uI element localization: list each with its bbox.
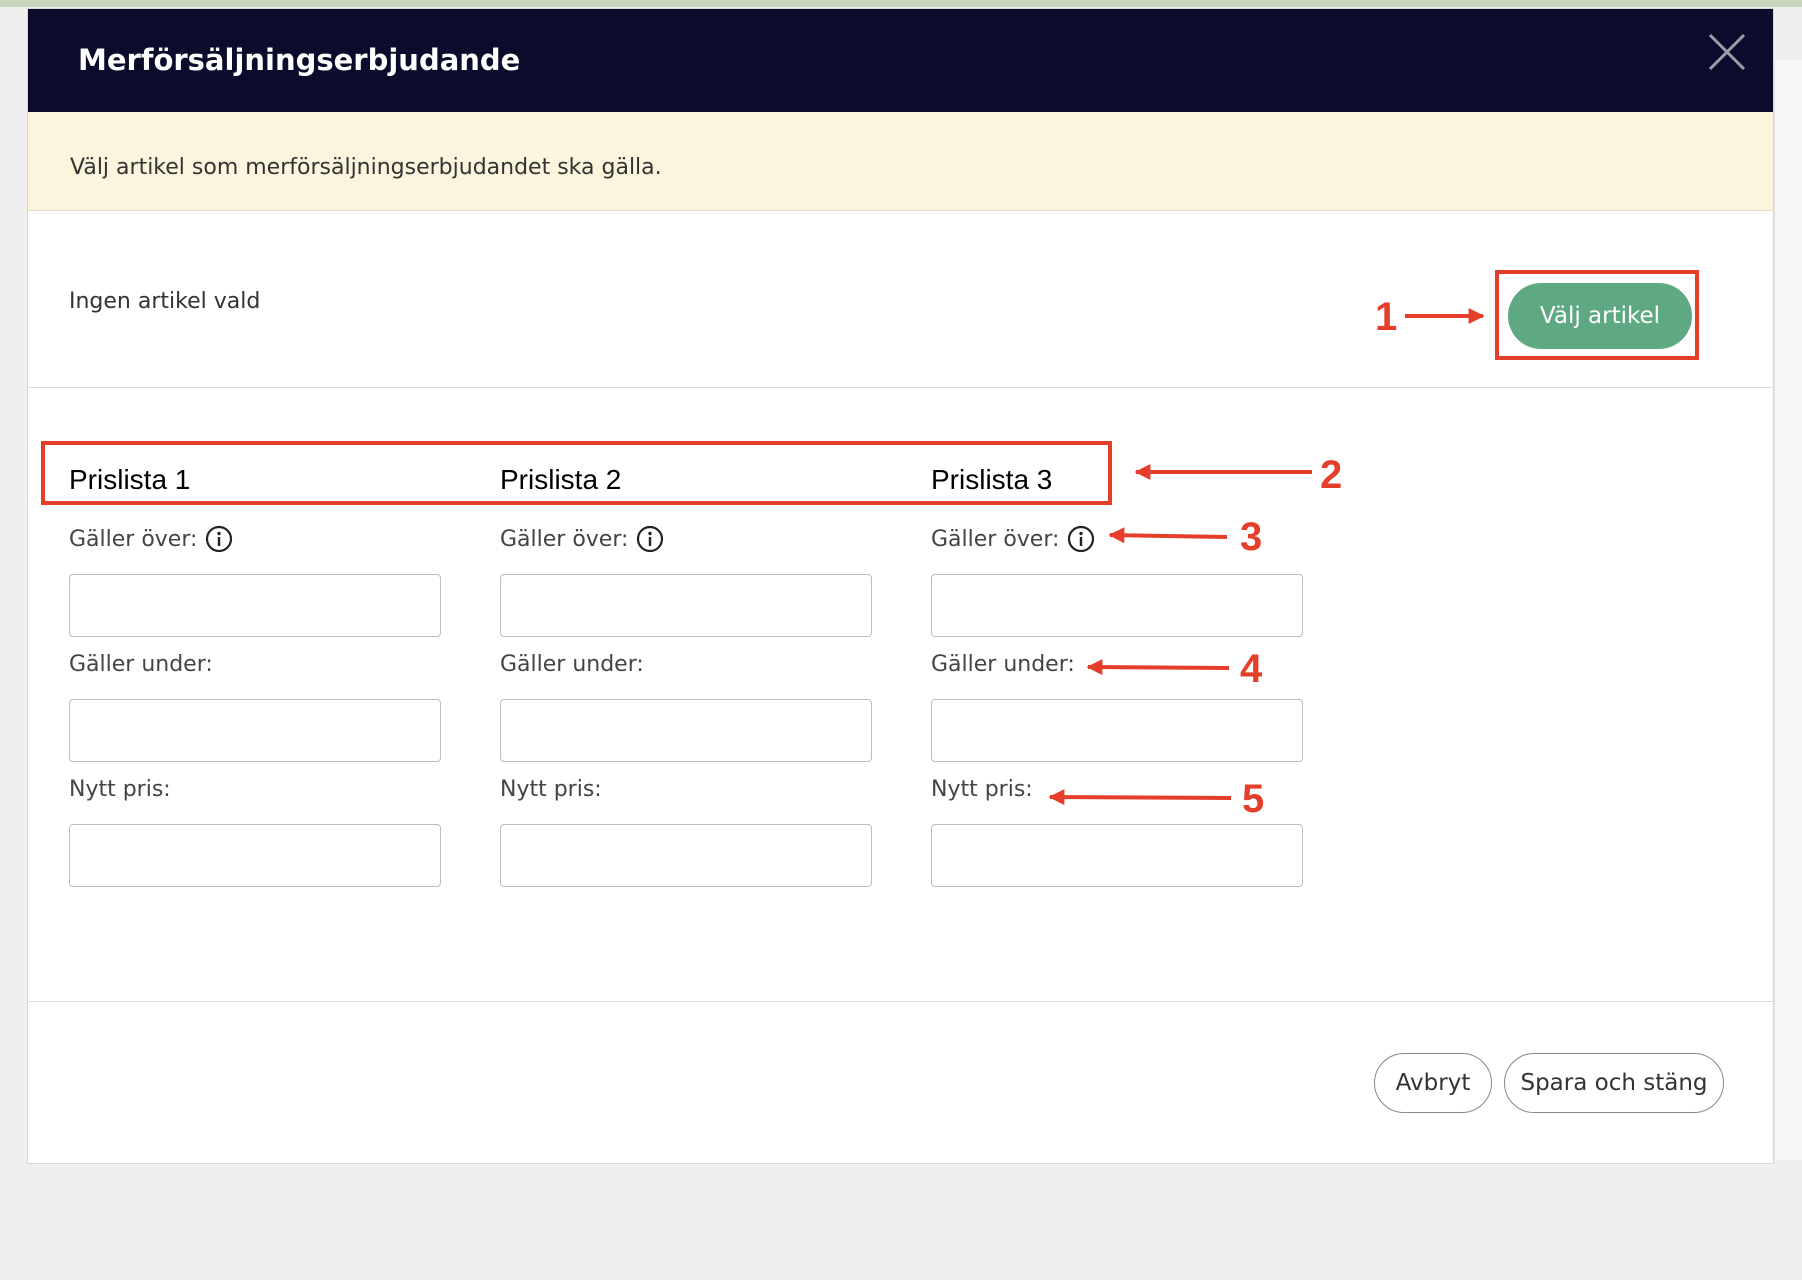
price-list-3: Prislista 3 Gäller över: Gäller under: N…: [931, 464, 1303, 887]
applies-over-label-text: Gäller över:: [69, 526, 198, 552]
price-list-1: Prislista 1 Gäller över: Gäller under: N…: [69, 464, 441, 887]
new-price-input[interactable]: [69, 824, 441, 887]
background-panel-edge: [1774, 60, 1802, 1160]
new-price-input[interactable]: [931, 824, 1303, 887]
new-price-input[interactable]: [500, 824, 872, 887]
new-price-label: Nytt pris:: [931, 774, 1303, 804]
applies-under-label-text: Gäller under:: [931, 651, 1075, 677]
new-price-label: Nytt pris:: [69, 774, 441, 804]
price-list-2: Prislista 2 Gäller över: Gäller under: N…: [500, 464, 872, 887]
applies-under-input[interactable]: [500, 699, 872, 762]
upsell-offer-dialog: Merförsäljningserbjudande Välj artikel s…: [27, 8, 1774, 1164]
applies-under-input[interactable]: [931, 699, 1303, 762]
applies-over-label-text: Gäller över:: [500, 526, 629, 552]
info-notice: Välj artikel som merförsäljningserbjudan…: [28, 112, 1773, 211]
save-and-close-button[interactable]: Spara och stäng: [1504, 1053, 1724, 1113]
select-article-button[interactable]: Välj artikel: [1508, 283, 1692, 349]
applies-under-label: Gäller under:: [500, 649, 872, 679]
applies-over-label: Gäller över:: [69, 524, 441, 554]
new-price-label-text: Nytt pris:: [69, 776, 171, 802]
applies-under-input[interactable]: [69, 699, 441, 762]
applies-over-input[interactable]: [500, 574, 872, 637]
applies-under-label: Gäller under:: [931, 649, 1303, 679]
price-list-3-title: Prislista 3: [931, 464, 1053, 495]
new-price-label: Nytt pris:: [500, 774, 872, 804]
close-button[interactable]: [1704, 29, 1750, 75]
applies-over-label: Gäller över:: [931, 524, 1303, 554]
new-price-label-text: Nytt pris:: [931, 776, 1033, 802]
dialog-title: Merförsäljningserbjudande: [78, 43, 521, 77]
close-icon: [1708, 33, 1746, 71]
applies-over-input[interactable]: [931, 574, 1303, 637]
app-top-bar: [0, 0, 1802, 7]
dialog-header: Merförsäljningserbjudande: [28, 9, 1773, 112]
applies-under-label: Gäller under:: [69, 649, 441, 679]
applies-under-label-text: Gäller under:: [69, 651, 213, 677]
section-divider: [28, 387, 1773, 388]
info-icon[interactable]: [636, 525, 664, 553]
applies-under-label-text: Gäller under:: [500, 651, 644, 677]
notice-text: Välj artikel som merförsäljningserbjudan…: [70, 155, 662, 180]
applies-over-label: Gäller över:: [500, 524, 872, 554]
info-icon[interactable]: [1067, 525, 1095, 553]
cancel-button[interactable]: Avbryt: [1374, 1053, 1492, 1113]
info-icon[interactable]: [205, 525, 233, 553]
applies-over-input[interactable]: [69, 574, 441, 637]
price-list-2-title: Prislista 2: [500, 464, 622, 495]
applies-over-label-text: Gäller över:: [931, 526, 1060, 552]
footer-divider: [28, 1001, 1773, 1002]
article-status: Ingen artikel vald: [69, 289, 261, 314]
price-list-1-title: Prislista 1: [69, 464, 191, 495]
new-price-label-text: Nytt pris:: [500, 776, 602, 802]
